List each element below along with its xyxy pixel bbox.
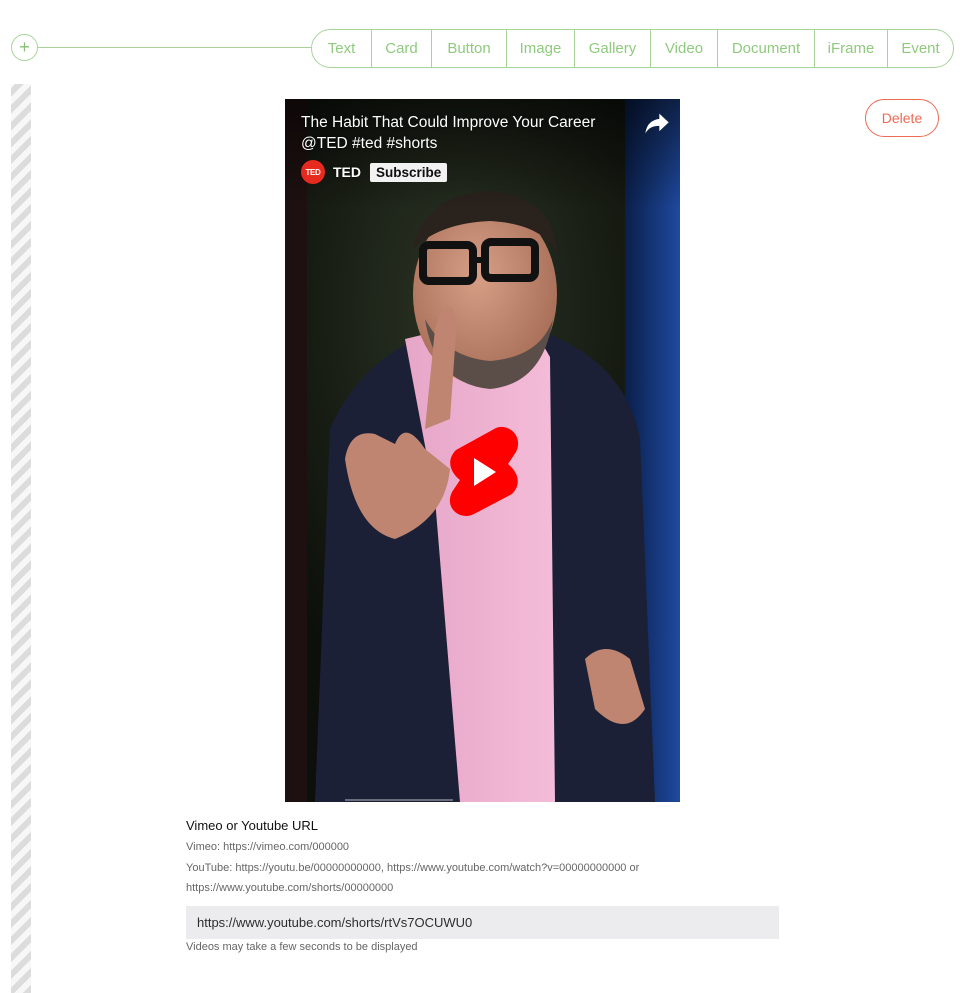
plus-icon: + bbox=[19, 37, 30, 57]
tab-gallery[interactable]: Gallery bbox=[574, 30, 650, 67]
display-delay-note: Videos may take a few seconds to be disp… bbox=[186, 941, 418, 953]
video-progress-track[interactable] bbox=[345, 799, 453, 801]
share-arrow-icon[interactable] bbox=[643, 109, 671, 137]
block-drag-handle[interactable] bbox=[11, 84, 31, 993]
video-title[interactable]: The Habit That Could Improve Your Career… bbox=[301, 112, 621, 154]
tab-button[interactable]: Button bbox=[431, 30, 506, 67]
tab-image[interactable]: Image bbox=[506, 30, 574, 67]
vimeo-help-text: Vimeo: https://vimeo.com/000000 bbox=[186, 841, 350, 853]
toolbar-connector-line bbox=[38, 47, 313, 48]
tab-text[interactable]: Text bbox=[312, 30, 371, 67]
video-url-input[interactable] bbox=[186, 906, 779, 939]
url-field-label: Vimeo or Youtube URL bbox=[186, 818, 319, 833]
video-embed-player[interactable]: The Habit That Could Improve Your Career… bbox=[285, 99, 680, 802]
block-type-menu: Text Card Button Image Gallery Video Doc… bbox=[311, 29, 954, 68]
tab-iframe[interactable]: iFrame bbox=[814, 30, 887, 67]
delete-button[interactable]: Delete bbox=[865, 99, 939, 137]
ted-channel-avatar[interactable]: TED bbox=[301, 160, 325, 184]
channel-name[interactable]: TED bbox=[333, 164, 361, 180]
tab-event[interactable]: Event bbox=[887, 30, 953, 67]
tab-card[interactable]: Card bbox=[371, 30, 431, 67]
youtube-shorts-play-icon[interactable] bbox=[446, 426, 520, 518]
youtube-help-text: YouTube: https://youtu.be/00000000000, h… bbox=[186, 862, 640, 894]
tab-document[interactable]: Document bbox=[717, 30, 814, 67]
subscribe-button[interactable]: Subscribe bbox=[370, 162, 448, 182]
add-block-button[interactable]: + bbox=[11, 34, 38, 61]
channel-row: TED TED Subscribe bbox=[301, 160, 448, 184]
tab-video[interactable]: Video bbox=[650, 30, 717, 67]
